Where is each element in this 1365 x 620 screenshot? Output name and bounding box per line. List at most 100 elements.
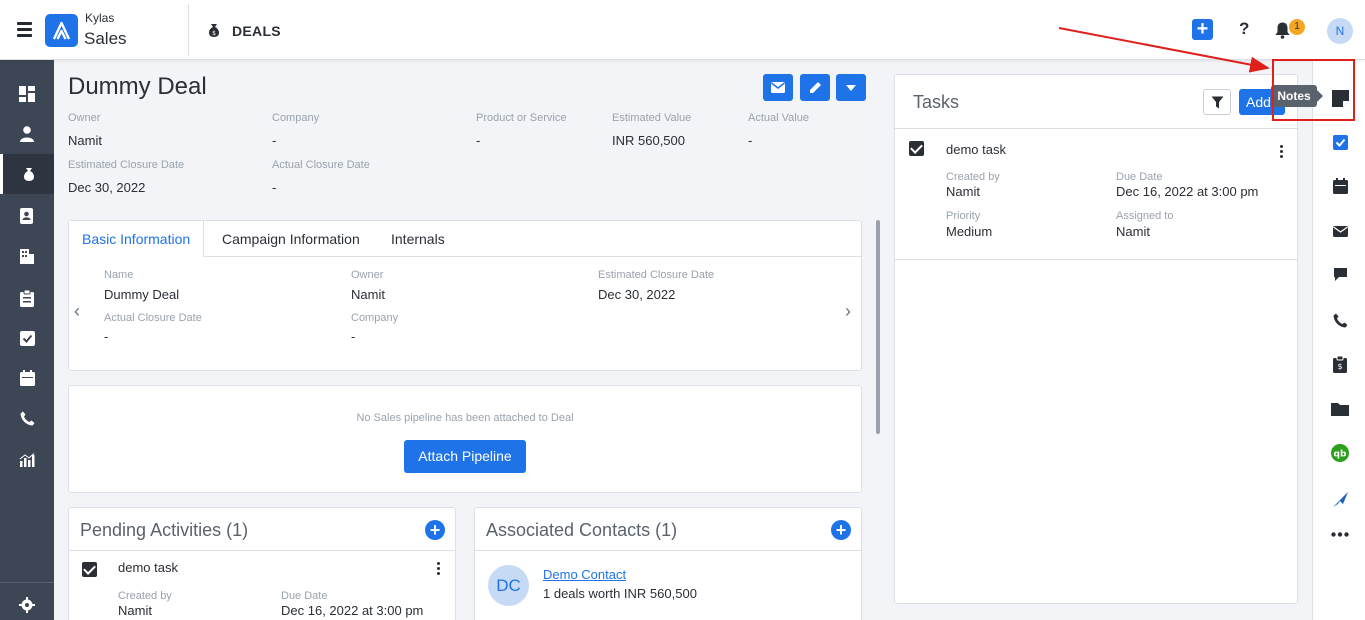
field-label: Due Date	[1116, 171, 1163, 183]
help-icon[interactable]: ?	[1239, 19, 1249, 39]
nav-quotes[interactable]	[0, 278, 54, 318]
caret-down-icon	[846, 84, 856, 91]
folder-icon[interactable]	[1331, 400, 1349, 418]
money-bag-icon: $	[206, 22, 222, 38]
email-button[interactable]	[763, 74, 793, 101]
top-bar: Kylas Sales $ DEALS + ? 1 N	[0, 0, 1365, 60]
right-icon-strip: $ qb	[1312, 60, 1365, 620]
field-label: Owner	[68, 112, 101, 124]
phone-icon[interactable]	[1331, 311, 1349, 329]
more-actions-button[interactable]	[836, 74, 866, 101]
nav-contacts[interactable]	[0, 114, 54, 154]
field-label: Created by	[946, 171, 1000, 183]
annotation-highlight-box	[1272, 59, 1355, 121]
field-label: Estimated Closure Date	[598, 269, 715, 281]
nav-address-book[interactable]	[0, 196, 54, 236]
kebab-menu-icon[interactable]	[1280, 145, 1284, 160]
section-title: Associated Contacts (1)	[486, 520, 678, 540]
attach-pipeline-button[interactable]: Attach Pipeline	[404, 440, 526, 473]
field-value: -	[104, 329, 109, 344]
user-avatar[interactable]: N	[1327, 18, 1353, 44]
deal-money-bag-icon	[23, 168, 34, 181]
nav-settings[interactable]	[0, 585, 54, 620]
address-book-icon	[20, 208, 33, 224]
chevron-left-icon[interactable]: ‹	[74, 301, 80, 322]
tab-internals[interactable]: Internals	[391, 221, 445, 257]
empty-pipeline-message: No Sales pipeline has been attached to D…	[356, 412, 574, 424]
divider	[69, 550, 455, 551]
tab-basic-information[interactable]: Basic Information	[69, 221, 205, 257]
field-value: Namit	[351, 287, 385, 302]
panel-title: Tasks	[913, 92, 960, 112]
add-activity-button[interactable]: +	[425, 520, 445, 540]
field-value: -	[748, 133, 753, 148]
svg-text:$: $	[1337, 362, 1342, 371]
settings-gear-icon	[19, 597, 35, 613]
nav-calls[interactable]	[0, 398, 54, 438]
divider	[0, 582, 54, 583]
field-label: Priority	[946, 210, 981, 222]
field-value: INR 560,500	[612, 133, 685, 148]
details-card: Basic Information Campaign Information I…	[68, 220, 862, 371]
task-checkbox[interactable]	[82, 562, 97, 577]
kebab-menu-icon[interactable]	[437, 562, 441, 577]
chat-icon[interactable]	[1331, 265, 1349, 283]
task-checkbox[interactable]	[909, 141, 924, 156]
field-value: -	[272, 133, 277, 148]
envelope-icon	[771, 82, 785, 93]
edit-button[interactable]	[800, 74, 830, 101]
contact-avatar: DC	[488, 565, 529, 606]
field-value: -	[272, 180, 277, 195]
pending-activities-card: Pending Activities (1) + demo task Creat…	[68, 507, 456, 620]
tasks-card: Tasks Add demo task Created by Namit Due…	[894, 74, 1298, 604]
tab-bar: Basic Information Campaign Information I…	[69, 221, 861, 257]
quick-add-button[interactable]: +	[1192, 19, 1213, 40]
field-label: Company	[272, 112, 320, 124]
svg-text:$: $	[212, 30, 216, 37]
clipboard-dollar-icon[interactable]: $	[1331, 355, 1349, 373]
field-label: Actual Closure Date	[272, 159, 370, 171]
field-value: Namit	[1116, 224, 1150, 239]
tab-campaign-information[interactable]: Campaign Information	[222, 221, 360, 257]
contact-link[interactable]: Demo Contact	[543, 567, 626, 582]
field-value: Namit	[68, 133, 102, 148]
task-check-icon[interactable]	[1331, 133, 1349, 151]
calendar-icon[interactable]	[1331, 177, 1349, 195]
hamburger-menu-icon[interactable]	[17, 22, 32, 37]
nav-dashboard[interactable]	[0, 74, 54, 114]
field-label: Owner	[351, 269, 384, 281]
chevron-right-icon[interactable]: ›	[845, 301, 851, 322]
nav-deals[interactable]	[0, 154, 54, 194]
field-value: Dec 30, 2022	[68, 180, 146, 195]
module-title: DEALS	[232, 23, 281, 39]
notification-badge: 1	[1289, 19, 1305, 35]
brand-name: Kylas	[85, 11, 115, 25]
task-check-icon	[19, 330, 35, 346]
clipboard-icon	[20, 289, 34, 307]
divider	[475, 550, 861, 551]
company-building-icon	[20, 249, 34, 264]
nav-tasks[interactable]	[0, 318, 54, 358]
kylas-rocket-icon[interactable]	[1331, 490, 1349, 508]
email-icon[interactable]	[1331, 222, 1349, 240]
reports-chart-icon	[19, 452, 35, 467]
kylas-logo[interactable]	[45, 14, 78, 47]
nav-reports[interactable]	[0, 440, 54, 480]
filter-button[interactable]	[1203, 89, 1231, 115]
filter-icon	[1211, 96, 1223, 108]
divider	[895, 128, 1297, 129]
field-value: Dec 16, 2022 at 3:00 pm	[281, 603, 424, 618]
field-value: Namit	[946, 184, 980, 199]
divider	[895, 259, 1297, 260]
field-label: Due Date	[281, 590, 328, 602]
add-contact-button[interactable]: +	[831, 520, 851, 540]
quickbooks-icon[interactable]: qb	[1331, 444, 1349, 462]
more-icon[interactable]	[1331, 525, 1349, 543]
field-label: Product or Service	[476, 112, 567, 124]
nav-companies[interactable]	[0, 236, 54, 276]
pipeline-card: No Sales pipeline has been attached to D…	[68, 385, 862, 493]
nav-calendar[interactable]	[0, 358, 54, 398]
field-value: Dec 16, 2022 at 3:00 pm	[1116, 184, 1259, 199]
svg-text:qb: qb	[1334, 450, 1347, 460]
field-label: Assigned to	[1116, 210, 1174, 222]
